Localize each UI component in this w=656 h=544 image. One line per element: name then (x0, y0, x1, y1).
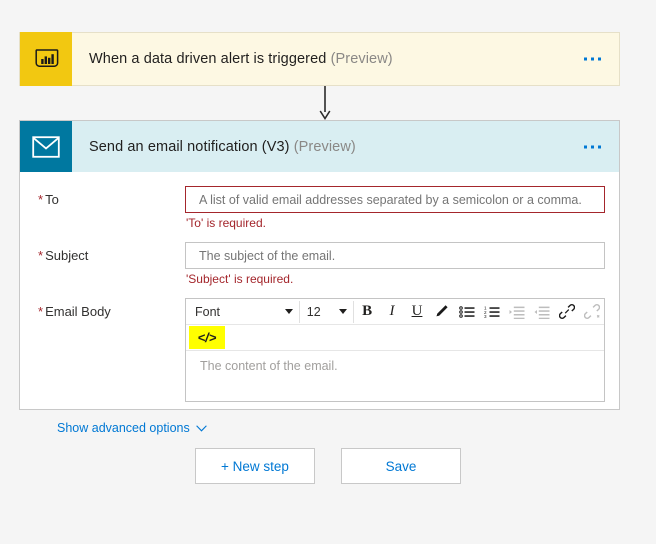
to-input[interactable] (185, 186, 605, 213)
field-row-email-body: * Email Body Font 12 B I U 1 2 3 </> The… (38, 298, 605, 402)
font-family-dropdown[interactable]: Font (187, 300, 298, 323)
email-body-field-control: Font 12 B I U 1 2 3 </> The content of t… (185, 298, 605, 402)
bottom-action-bar: + New step Save (0, 448, 656, 484)
rte-toolbar-row-2: </> (186, 325, 604, 351)
required-marker: * (38, 248, 44, 263)
envelope-icon (20, 121, 72, 172)
advanced-options-label: Show advanced options (57, 421, 190, 435)
chevron-down-icon (338, 309, 347, 314)
rich-text-editor: Font 12 B I U 1 2 3 </> The content of t… (185, 298, 605, 402)
ellipsis-dot (591, 57, 594, 61)
bulleted-list-icon[interactable] (454, 300, 479, 323)
email-body-content-area[interactable]: The content of the email. (186, 351, 604, 401)
subject-input[interactable] (185, 242, 605, 269)
link-icon[interactable] (554, 300, 579, 323)
down-arrow-icon (319, 86, 331, 120)
action-card-menu-button[interactable] (582, 139, 603, 154)
code-view-button[interactable]: </> (189, 326, 225, 349)
trigger-card[interactable]: When a data driven alert is triggered (P… (19, 31, 620, 86)
font-family-value: Font (195, 304, 221, 319)
field-row-to: *To 'To' is required. (38, 186, 605, 240)
to-field-control: 'To' is required. (185, 186, 605, 240)
email-body-label-text: Email Body (45, 304, 111, 319)
to-error-message: 'To' is required. (186, 216, 266, 230)
email-body-field-label: * Email Body (38, 298, 185, 319)
bold-button[interactable]: B (355, 300, 380, 323)
ellipsis-dot (598, 145, 601, 148)
rte-toolbar-row-1: Font 12 B I U 1 2 3 (186, 299, 604, 325)
ellipsis-dot (584, 57, 587, 61)
required-marker: * (38, 192, 44, 207)
toolbar-divider (352, 300, 354, 323)
trigger-card-header[interactable]: When a data driven alert is triggered (P… (20, 31, 619, 86)
field-row-subject: *Subject 'Subject' is required. (38, 242, 605, 296)
to-label-text: To (45, 192, 59, 207)
subject-error-message: 'Subject' is required. (186, 272, 294, 286)
action-card-header[interactable]: Send an email notification (V3) (Preview… (20, 121, 619, 172)
required-marker: * (38, 304, 44, 319)
trigger-card-menu-button[interactable] (582, 52, 603, 67)
powerbi-icon (20, 31, 72, 86)
outdent-icon[interactable] (529, 300, 554, 323)
svg-text:3: 3 (484, 314, 487, 319)
action-card-body: *To 'To' is required. *Subject 'Subject'… (20, 172, 619, 445)
indent-icon[interactable] (504, 300, 529, 323)
trigger-title-text: When a data driven alert is triggered (89, 51, 327, 67)
ellipsis-dot (584, 145, 587, 148)
subject-field-label: * Subject (38, 242, 185, 263)
to-field-label: * To (38, 186, 185, 207)
subject-field-control: 'Subject' is required. (185, 242, 605, 296)
show-advanced-options-link[interactable]: Show advanced options (57, 421, 207, 435)
chevron-down-icon (284, 309, 293, 314)
toolbar-divider (298, 300, 300, 323)
font-size-dropdown[interactable]: 12 (301, 300, 352, 323)
action-card[interactable]: Send an email notification (V3) (Preview… (19, 120, 620, 435)
pen-icon[interactable] (429, 300, 454, 323)
save-button[interactable]: Save (341, 448, 461, 484)
subject-label-text: Subject (45, 248, 89, 263)
trigger-preview-label: (Preview) (330, 51, 393, 67)
new-step-button[interactable]: + New step (195, 448, 315, 484)
underline-button[interactable]: U (405, 300, 430, 323)
action-card-title: Send an email notification (V3) (Preview… (89, 139, 356, 155)
action-title-text: Send an email notification (V3) (89, 138, 290, 155)
font-size-value: 12 (306, 304, 321, 319)
chevron-down-icon (195, 424, 207, 432)
unlink-icon[interactable] (579, 300, 604, 323)
numbered-list-icon[interactable]: 1 2 3 (479, 300, 504, 323)
italic-button[interactable]: I (380, 300, 405, 323)
ellipsis-dot (598, 57, 601, 61)
flow-designer-canvas: When a data driven alert is triggered (P… (0, 0, 656, 544)
ellipsis-dot (591, 145, 594, 148)
trigger-card-title: When a data driven alert is triggered (P… (89, 51, 393, 67)
action-preview-label: (Preview) (293, 138, 356, 155)
